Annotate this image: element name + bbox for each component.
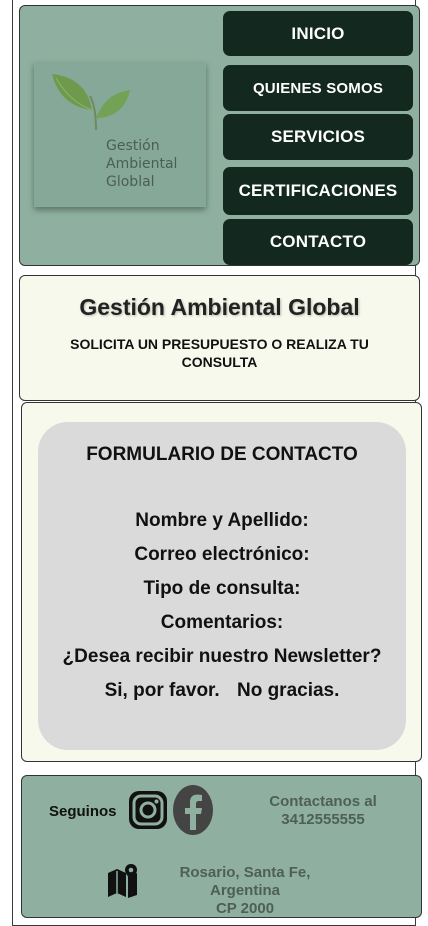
- inquiry-type-field-label[interactable]: Tipo de consulta:: [38, 572, 406, 606]
- instagram-icon[interactable]: [128, 790, 168, 830]
- nav-certificaciones-button[interactable]: CERTIFICACIONES: [223, 167, 413, 215]
- map-pin-icon[interactable]: [106, 863, 140, 899]
- nav-inicio-button[interactable]: INICIO: [223, 11, 413, 56]
- email-field-label[interactable]: Correo electrónico:: [38, 538, 406, 572]
- form-title: FORMULARIO DE CONTACTO: [86, 444, 358, 465]
- page-title: Gestión Ambiental Global: [79, 294, 360, 320]
- follow-label: Seguinos: [49, 803, 117, 820]
- comments-field-label[interactable]: Comentarios:: [38, 606, 406, 640]
- address-line: Rosario, Santa Fe, Argentina: [179, 864, 311, 899]
- site-header: Gestión Ambiental Globlal INICIO QUIENES…: [19, 5, 420, 266]
- postal-code: CP 2000: [215, 900, 275, 917]
- intro-card: Gestión Ambiental Global SOLICITA UN PRE…: [19, 275, 420, 401]
- logo[interactable]: Gestión Ambiental Globlal: [34, 62, 206, 207]
- leaf-logo-icon: [52, 74, 130, 131]
- nav-servicios-button[interactable]: SERVICIOS: [223, 114, 413, 160]
- nav-contacto-button[interactable]: CONTACTO: [223, 219, 413, 265]
- logo-line: Globlal: [106, 174, 155, 190]
- newsletter-question: ¿Desea recibir nuestro Newsletter?: [62, 646, 382, 667]
- name-field-label[interactable]: Nombre y Apellido:: [38, 504, 406, 538]
- phone-number[interactable]: 3412555555: [248, 811, 398, 829]
- newsletter-yes-option[interactable]: Si, por favor.: [105, 680, 220, 701]
- contact-section: FORMULARIO DE CONTACTO Nombre y Apellido…: [21, 402, 422, 762]
- logo-line: Ambiental: [106, 156, 178, 172]
- contact-label: Contactanos al: [269, 793, 377, 810]
- address: Rosario, Santa Fe, Argentina CP 2000: [150, 864, 340, 918]
- newsletter-options: Si, por favor. No gracias.: [38, 674, 406, 708]
- logo-line: Gestión: [106, 138, 160, 154]
- nav-quienes-somos-button[interactable]: QUIENES SOMOS: [223, 65, 413, 111]
- newsletter-no-option[interactable]: No gracias.: [237, 680, 339, 701]
- page-subtitle: SOLICITA UN PRESUPUESTO O REALIZA TU CON…: [70, 336, 369, 370]
- contact-phone: Contactanos al 3412555555: [248, 793, 398, 829]
- site-footer: Seguinos Contactanos al 3412555555 Rosar…: [21, 775, 422, 918]
- contact-form: FORMULARIO DE CONTACTO Nombre y Apellido…: [38, 422, 406, 750]
- logo-text: Gestión Ambiental Globlal: [106, 137, 177, 191]
- facebook-icon[interactable]: [172, 784, 214, 836]
